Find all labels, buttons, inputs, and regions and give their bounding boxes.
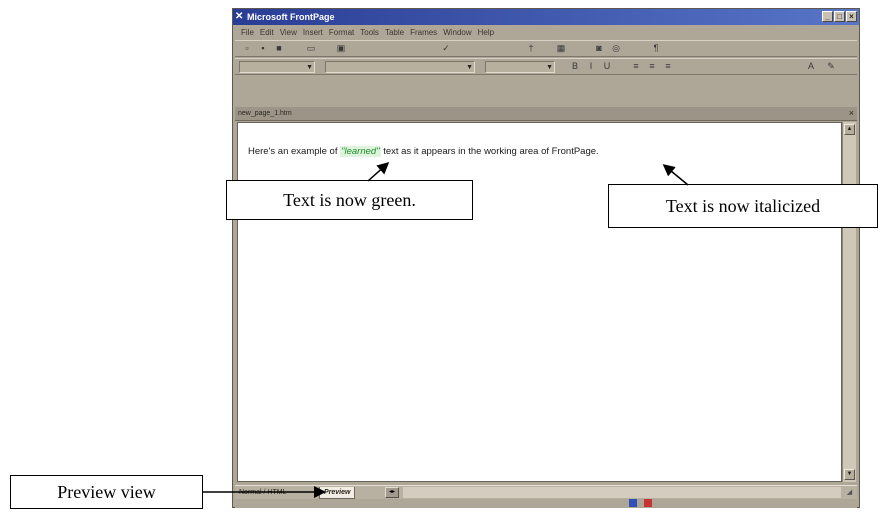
style-dropdown[interactable]: ▼ <box>239 61 315 73</box>
chevron-down-icon: ▼ <box>306 64 313 71</box>
menu-table[interactable]: Table <box>385 26 404 39</box>
align-left-icon[interactable]: ≡ <box>630 61 642 72</box>
content-text-before: Here's an example of <box>248 146 341 157</box>
chevron-down-icon: ▼ <box>466 64 473 71</box>
font-size-dropdown[interactable]: ▼ <box>485 61 555 73</box>
menu-view[interactable]: View <box>280 26 297 39</box>
web-folder-icon[interactable]: ▭ <box>305 43 317 54</box>
window-controls: _ □ × <box>822 11 857 22</box>
callout-italic: Text is now italicized <box>608 184 878 228</box>
frontpage-icon: ✕ <box>235 11 244 22</box>
page-editor[interactable]: Here's an example of "learned" text as i… <box>237 122 842 482</box>
window-title: Microsoft FrontPage <box>247 12 335 22</box>
menu-tools[interactable]: Tools <box>360 26 379 39</box>
document-tab[interactable]: new_page_1.htm <box>238 108 292 119</box>
frontpage-window: ✕ Microsoft FrontPage _ □ × File Edit Vi… <box>232 8 860 508</box>
status-bar <box>235 499 857 508</box>
hyperlink-icon[interactable]: ◎ <box>610 43 622 54</box>
minimize-icon[interactable]: _ <box>822 11 833 22</box>
callout-preview: Preview view <box>10 475 203 509</box>
tab-html-label: HTML <box>267 489 287 496</box>
italic-icon[interactable]: I <box>585 61 597 72</box>
maximize-icon[interactable]: □ <box>834 11 845 22</box>
new-page-icon[interactable]: ▫ <box>241 43 253 54</box>
status-warning-icon <box>644 499 652 507</box>
vertical-scrollbar[interactable]: ▲ ▼ <box>842 122 856 482</box>
insert-table-icon[interactable]: ▦ <box>555 43 567 54</box>
spelling-icon[interactable]: ✓ <box>440 43 452 54</box>
menu-frames[interactable]: Frames <box>410 26 437 39</box>
font-dropdown[interactable]: ▼ <box>325 61 475 73</box>
tab-normal[interactable]: Normal / HTML <box>235 487 290 498</box>
formatting-toolbar: ▼ ▼ ▼ B I U ≡ ≡ ≡ A ✎ <box>235 58 857 75</box>
page-content-text: Here's an example of "learned" text as i… <box>248 146 599 157</box>
standard-toolbar: ▫ ▪ ■ ▭ ▣ ✓ † ▦ ◙ ◎ ¶ <box>235 40 857 57</box>
tab-scroll-icon[interactable]: ◂▸ <box>385 487 399 498</box>
insert-picture-icon[interactable]: ◙ <box>593 43 605 54</box>
tab-preview[interactable]: Preview <box>319 487 356 499</box>
content-text-after: text as it appears in the working area o… <box>380 146 599 157</box>
save-icon[interactable]: ■ <box>273 43 285 54</box>
menu-edit[interactable]: Edit <box>260 26 274 39</box>
menu-insert[interactable]: Insert <box>303 26 323 39</box>
tab-normal-label: Normal <box>239 489 262 496</box>
scroll-down-icon[interactable]: ▼ <box>844 469 855 480</box>
status-connection-icon <box>629 499 637 507</box>
underline-icon[interactable]: U <box>601 61 613 72</box>
close-icon[interactable]: × <box>846 11 857 22</box>
open-icon[interactable]: ▪ <box>257 43 269 54</box>
formatted-text: "learned" <box>340 146 381 157</box>
menu-window[interactable]: Window <box>443 26 471 39</box>
align-center-icon[interactable]: ≡ <box>646 61 658 72</box>
title-bar: ✕ Microsoft FrontPage _ □ × <box>233 9 859 25</box>
bold-icon[interactable]: B <box>569 61 581 72</box>
align-right-icon[interactable]: ≡ <box>662 61 674 72</box>
font-color-icon[interactable]: A <box>805 61 817 72</box>
menu-file[interactable]: File <box>241 26 254 39</box>
highlight-icon[interactable]: ✎ <box>825 61 837 72</box>
menu-format[interactable]: Format <box>329 26 354 39</box>
chevron-down-icon: ▼ <box>546 64 553 71</box>
resize-grip-icon[interactable]: ◢ <box>844 487 855 498</box>
document-tab-bar: new_page_1.htm × <box>235 107 857 121</box>
horizontal-scrollbar[interactable] <box>403 487 841 498</box>
close-document-icon[interactable]: × <box>849 107 854 119</box>
insert-component-icon[interactable]: † <box>525 43 537 54</box>
show-all-icon[interactable]: ¶ <box>650 43 662 54</box>
menu-help[interactable]: Help <box>478 26 494 39</box>
callout-green: Text is now green. <box>226 180 473 220</box>
scroll-up-icon[interactable]: ▲ <box>844 124 855 135</box>
view-tab-bar: Normal / HTML Preview ◂▸ ◢ <box>235 485 857 499</box>
menu-bar: File Edit View Insert Format Tools Table… <box>235 26 494 39</box>
print-preview-icon[interactable]: ▣ <box>335 43 347 54</box>
